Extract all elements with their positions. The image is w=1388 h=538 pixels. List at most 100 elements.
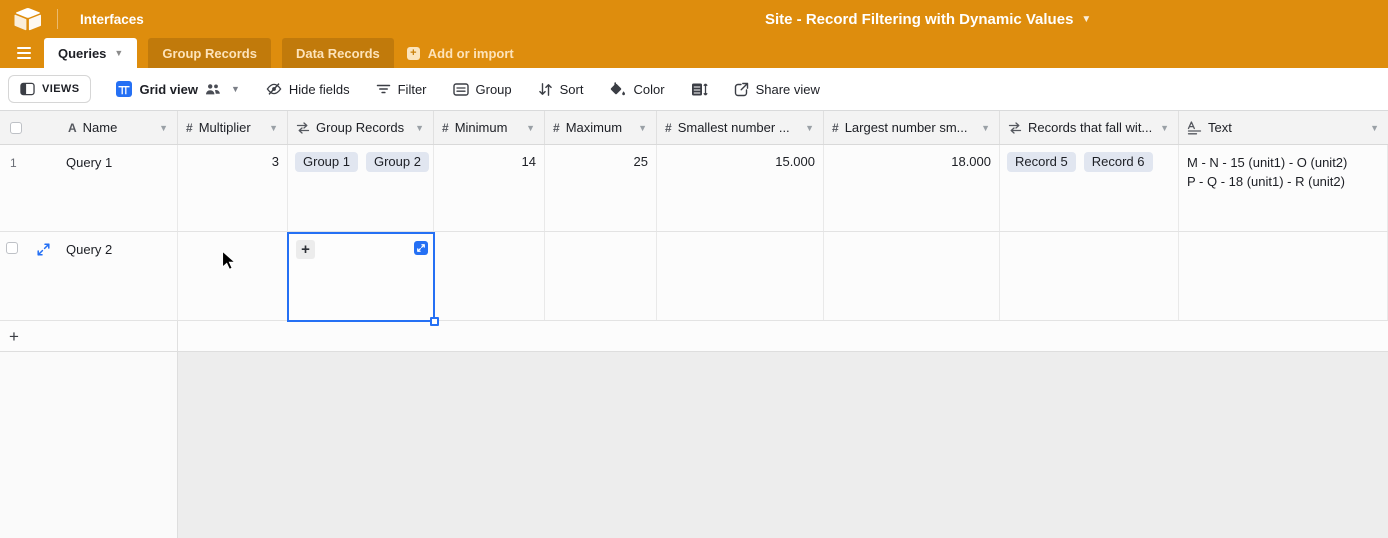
cell-minimum[interactable]: 14 (434, 145, 545, 231)
cell-value: 15.000 (775, 154, 815, 169)
expand-cell-icon[interactable] (414, 241, 428, 255)
fill-handle[interactable] (430, 317, 439, 326)
page-title[interactable]: Site - Record Filtering with Dynamic Val… (765, 0, 1091, 38)
column-label: Smallest number ... (678, 120, 790, 135)
view-toolbar: VIEWS Grid view ▼ Hide fields Filter (0, 68, 1388, 111)
column-header-minimum[interactable]: # Minimum ▼ (434, 111, 545, 144)
column-chevron-down-icon[interactable]: ▼ (269, 123, 278, 133)
view-switcher[interactable]: Grid view ▼ (116, 81, 239, 97)
expand-record-icon[interactable] (35, 241, 51, 257)
cell-maximum[interactable] (545, 232, 657, 320)
airtable-logo-icon[interactable] (14, 7, 42, 31)
row-height-icon (691, 82, 708, 97)
linked-record-field-icon (1008, 122, 1022, 134)
views-sidebar-toggle-button[interactable]: VIEWS (8, 75, 91, 103)
add-row-plus-icon[interactable]: + (9, 328, 19, 345)
cell-multiplier[interactable]: 3 (178, 145, 288, 231)
views-label: VIEWS (42, 83, 79, 95)
table-tab-bar: Queries ▼ Group Records Data Records + A… (0, 38, 1388, 68)
column-header-name[interactable]: A Name ▼ (0, 111, 178, 144)
table-row-1: 1 Query 1 3 Group 1 Group 2 14 25 15.000… (0, 145, 1388, 232)
column-header-largest-number[interactable]: # Largest number sm... ▼ (824, 111, 1000, 144)
cell-smallest-number[interactable]: 15.000 (657, 145, 824, 231)
column-chevron-down-icon[interactable]: ▼ (1370, 123, 1379, 133)
top-app-bar: Interfaces Site - Record Filtering with … (0, 0, 1388, 38)
cell-group-records[interactable]: Group 1 Group 2 (288, 145, 434, 231)
number-field-icon: # (832, 121, 839, 135)
cell-smallest-number[interactable] (657, 232, 824, 320)
column-chevron-down-icon[interactable]: ▼ (159, 123, 168, 133)
cell-records-that-fall[interactable]: Record 5 Record 6 (1000, 145, 1179, 231)
cell-name-value: Query 2 (66, 242, 112, 257)
share-view-button[interactable]: Share view (734, 82, 820, 97)
hide-fields-eye-slash-icon (266, 81, 282, 97)
filter-label: Filter (398, 82, 427, 97)
number-field-icon: # (442, 121, 449, 135)
row-number: 1 (10, 156, 17, 170)
row-checkbox[interactable] (6, 242, 18, 254)
color-button[interactable]: Color (609, 82, 664, 97)
grid-view-icon (116, 81, 132, 97)
tab-group-records[interactable]: Group Records (148, 38, 271, 68)
linked-record-pill[interactable]: Record 6 (1084, 152, 1153, 172)
color-label: Color (633, 82, 664, 97)
add-row[interactable]: + (0, 321, 1388, 352)
column-header-records-that-fall[interactable]: Records that fall wit... ▼ (1000, 111, 1179, 144)
cell-name-value: Query 1 (66, 155, 112, 170)
tab-queries[interactable]: Queries ▼ (44, 38, 137, 68)
sidebar-icon (20, 82, 35, 96)
column-chevron-down-icon[interactable]: ▼ (526, 123, 535, 133)
column-header-smallest-number[interactable]: # Smallest number ... ▼ (657, 111, 824, 144)
select-all-checkbox[interactable] (10, 122, 22, 134)
cell-largest-number[interactable] (824, 232, 1000, 320)
column-chevron-down-icon[interactable]: ▼ (1160, 123, 1169, 133)
title-chevron-down-icon: ▼ (1081, 14, 1091, 25)
group-icon (453, 82, 469, 97)
page-title-text: Site - Record Filtering with Dynamic Val… (765, 11, 1073, 28)
tab-chevron-down-icon[interactable]: ▼ (114, 48, 123, 58)
linked-record-pill[interactable]: Group 1 (295, 152, 358, 172)
cell-value: 18.000 (951, 154, 991, 169)
sort-arrows-icon (538, 82, 553, 97)
linked-record-pill[interactable]: Group 2 (366, 152, 429, 172)
selected-cell[interactable]: + (287, 232, 435, 322)
hamburger-menu-icon[interactable] (17, 38, 31, 68)
column-chevron-down-icon[interactable]: ▼ (415, 123, 424, 133)
column-label: Text (1208, 120, 1232, 135)
share-view-label: Share view (756, 82, 820, 97)
hide-fields-button[interactable]: Hide fields (266, 81, 350, 97)
cell-multiplier[interactable] (178, 232, 288, 320)
row-height-button[interactable] (691, 82, 708, 97)
column-header-maximum[interactable]: # Maximum ▼ (545, 111, 657, 144)
tab-data-records[interactable]: Data Records (282, 38, 394, 68)
tab-queries-label: Queries (58, 46, 106, 61)
cell-text[interactable] (1179, 232, 1388, 320)
group-button[interactable]: Group (453, 82, 512, 97)
column-header-multiplier[interactable]: # Multiplier ▼ (178, 111, 288, 144)
interfaces-label[interactable]: Interfaces (80, 12, 144, 27)
sort-button[interactable]: Sort (538, 82, 584, 97)
cell-largest-number[interactable]: 18.000 (824, 145, 1000, 231)
add-linked-record-button[interactable]: + (296, 240, 315, 259)
column-chevron-down-icon[interactable]: ▼ (981, 123, 990, 133)
add-or-import-button[interactable]: + Add or import (407, 38, 514, 68)
column-header-text[interactable]: Text ▼ (1179, 111, 1388, 144)
cell-records-that-fall[interactable] (1000, 232, 1179, 320)
number-field-icon: # (665, 121, 672, 135)
column-chevron-down-icon[interactable]: ▼ (805, 123, 814, 133)
cell-minimum[interactable] (434, 232, 545, 320)
column-chevron-down-icon[interactable]: ▼ (638, 123, 647, 133)
linked-record-pill[interactable]: Record 5 (1007, 152, 1076, 172)
text-field-icon: A (68, 121, 77, 135)
column-header-group-records[interactable]: Group Records ▼ (288, 111, 434, 144)
tab-group-records-label: Group Records (162, 46, 257, 61)
cell-maximum[interactable]: 25 (545, 145, 657, 231)
cell-name[interactable]: 1 Query 1 (0, 145, 178, 231)
filter-button[interactable]: Filter (376, 82, 427, 97)
cell-name[interactable]: Query 2 (0, 232, 178, 320)
view-chevron-down-icon: ▼ (231, 84, 240, 94)
hide-fields-label: Hide fields (289, 82, 350, 97)
add-or-import-label: Add or import (428, 46, 514, 61)
cell-text[interactable]: M - N - 15 (unit1) - O (unit2) P - Q - 1… (1179, 145, 1388, 231)
grid-body: 1 Query 1 3 Group 1 Group 2 14 25 15.000… (0, 145, 1388, 538)
